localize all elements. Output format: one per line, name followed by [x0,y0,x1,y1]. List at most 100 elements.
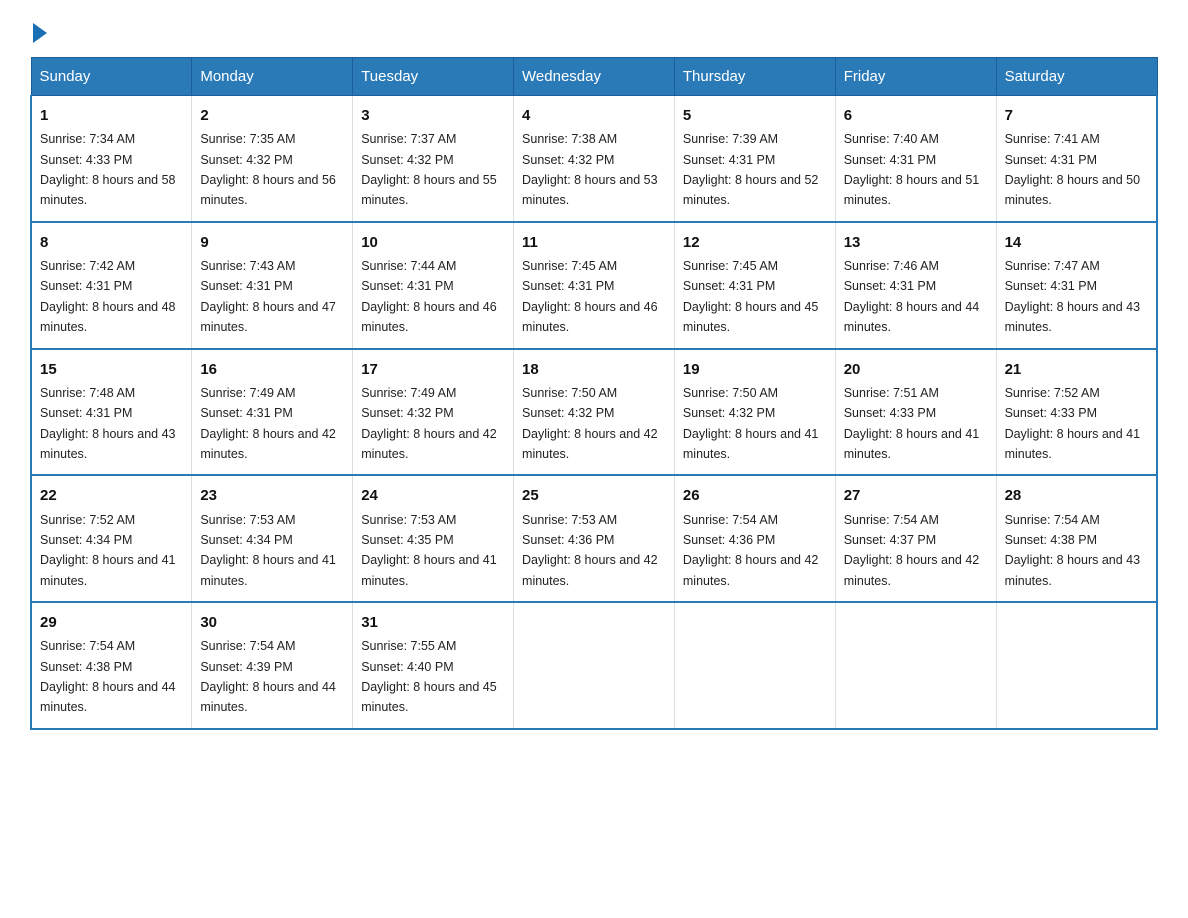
day-sunrise: Sunrise: 7:51 AM [844,386,939,400]
day-sunset: Sunset: 4:31 PM [844,279,936,293]
calendar-week-row: 15 Sunrise: 7:48 AM Sunset: 4:31 PM Dayligh… [31,349,1157,476]
day-sunrise: Sunrise: 7:54 AM [844,513,939,527]
day-sunrise: Sunrise: 7:54 AM [1005,513,1100,527]
calendar-day-cell: 10Sunrise: 7:44 AMSunset: 4:31 PMDayligh… [353,222,514,349]
weekday-header-thursday: Thursday [674,58,835,96]
weekday-header-friday: Friday [835,58,996,96]
day-number: 10 [361,231,505,254]
day-number: 29 [40,611,183,634]
calendar-day-cell: 24Sunrise: 7:53 AMSunset: 4:35 PMDayligh… [353,475,514,602]
day-number: 6 [844,104,988,127]
day-number: 12 [683,231,827,254]
calendar-day-cell: 12Sunrise: 7:45 AMSunset: 4:31 PMDayligh… [674,222,835,349]
day-sunset: Sunset: 4:31 PM [683,153,775,167]
day-number: 3 [361,104,505,127]
weekday-header-row: SundayMondayTuesdayWednesdayThursdayFrid… [31,58,1157,96]
day-sunrise: Sunrise: 7:49 AM [361,386,456,400]
day-sunrise: Sunrise: 7:39 AM [683,132,778,146]
calendar-day-cell: 11Sunrise: 7:45 AMSunset: 4:31 PMDayligh… [514,222,675,349]
day-sunrise: Sunrise: 7:52 AM [1005,386,1100,400]
day-daylight: Daylight: 8 hours and 41 minutes. [844,427,980,461]
day-sunrise: Sunrise: 7:54 AM [683,513,778,527]
day-number: 27 [844,484,988,507]
calendar-day-cell: 14Sunrise: 7:47 AMSunset: 4:31 PMDayligh… [996,222,1157,349]
day-daylight: Daylight: 8 hours and 51 minutes. [844,173,980,207]
calendar-day-cell [514,602,675,729]
day-sunrise: Sunrise: 7:48 AM [40,386,135,400]
calendar-day-cell: 2Sunrise: 7:35 AMSunset: 4:32 PMDaylight… [192,96,353,222]
day-sunset: Sunset: 4:32 PM [200,153,292,167]
day-sunset: Sunset: 4:31 PM [844,153,936,167]
day-sunset: Sunset: 4:32 PM [522,153,614,167]
day-sunrise: Sunrise: 7:54 AM [40,639,135,653]
day-number: 17 [361,358,505,381]
day-number: 28 [1005,484,1148,507]
day-daylight: Daylight: 8 hours and 42 minutes. [522,427,658,461]
calendar-day-cell: 13Sunrise: 7:46 AMSunset: 4:31 PMDayligh… [835,222,996,349]
logo [30,20,47,39]
day-number: 30 [200,611,344,634]
calendar-table: SundayMondayTuesdayWednesdayThursdayFrid… [30,57,1158,730]
day-sunset: Sunset: 4:33 PM [1005,406,1097,420]
day-number: 8 [40,231,183,254]
day-sunrise: Sunrise: 7:53 AM [522,513,617,527]
calendar-day-cell: 3Sunrise: 7:37 AMSunset: 4:32 PMDaylight… [353,96,514,222]
day-sunrise: Sunrise: 7:45 AM [683,259,778,273]
day-daylight: Daylight: 8 hours and 55 minutes. [361,173,497,207]
calendar-day-cell: 7Sunrise: 7:41 AMSunset: 4:31 PMDaylight… [996,96,1157,222]
calendar-day-cell: 16Sunrise: 7:49 AMSunset: 4:31 PMDayligh… [192,349,353,476]
weekday-header-wednesday: Wednesday [514,58,675,96]
day-sunset: Sunset: 4:32 PM [683,406,775,420]
day-daylight: Daylight: 8 hours and 41 minutes. [200,553,336,587]
day-sunset: Sunset: 4:40 PM [361,660,453,674]
day-daylight: Daylight: 8 hours and 50 minutes. [1005,173,1141,207]
day-daylight: Daylight: 8 hours and 42 minutes. [200,427,336,461]
day-sunset: Sunset: 4:31 PM [200,406,292,420]
calendar-day-cell: 26Sunrise: 7:54 AMSunset: 4:36 PMDayligh… [674,475,835,602]
calendar-week-row: 1Sunrise: 7:34 AMSunset: 4:33 PMDaylight… [31,96,1157,222]
day-sunset: Sunset: 4:31 PM [1005,279,1097,293]
day-daylight: Daylight: 8 hours and 43 minutes. [40,427,176,461]
calendar-week-row: 22Sunrise: 7:52 AMSunset: 4:34 PMDayligh… [31,475,1157,602]
day-number: 2 [200,104,344,127]
calendar-day-cell [996,602,1157,729]
day-daylight: Daylight: 8 hours and 42 minutes. [683,553,819,587]
day-number: 4 [522,104,666,127]
calendar-day-cell: 4 Sunrise: 7:38 AM Sunset: 4:32 PM Daylight… [514,96,675,222]
day-sunset: Sunset: 4:37 PM [844,533,936,547]
day-sunset: Sunset: 4:36 PM [522,533,614,547]
calendar-day-cell: 31Sunrise: 7:55 AMSunset: 4:40 PMDayligh… [353,602,514,729]
day-sunrise: Sunrise: 7:53 AM [200,513,295,527]
calendar-day-cell: 22Sunrise: 7:52 AMSunset: 4:34 PMDayligh… [31,475,192,602]
day-sunrise: Sunrise: 7:40 AM [844,132,939,146]
day-sunrise: Sunrise: 7:38 AM [522,132,617,146]
day-sunset: Sunset: 4:38 PM [40,660,132,674]
day-sunrise: Sunrise: 7:44 AM [361,259,456,273]
day-sunset: Sunset: 4:39 PM [200,660,292,674]
day-sunrise: Sunrise: 7:34 AM [40,132,135,146]
day-sunrise: Sunrise: 7:35 AM [200,132,295,146]
day-number: 5 [683,104,827,127]
day-sunset: Sunset: 4:34 PM [200,533,292,547]
day-number: 24 [361,484,505,507]
day-number: 31 [361,611,505,634]
day-daylight: Daylight: 8 hours and 44 minutes. [200,680,336,714]
day-daylight: Daylight: 8 hours and 42 minutes. [844,553,980,587]
day-daylight: Daylight: 8 hours and 42 minutes. [522,553,658,587]
day-daylight: Daylight: 8 hours and 53 minutes. [522,173,658,207]
day-sunrise: Sunrise: 7:55 AM [361,639,456,653]
day-sunset: Sunset: 4:32 PM [522,406,614,420]
day-daylight: Daylight: 8 hours and 43 minutes. [1005,300,1141,334]
day-sunset: Sunset: 4:31 PM [40,406,132,420]
weekday-header-tuesday: Tuesday [353,58,514,96]
calendar-day-cell: 15 Sunrise: 7:48 AM Sunset: 4:31 PM Dayligh… [31,349,192,476]
day-daylight: Daylight: 8 hours and 41 minutes. [1005,427,1141,461]
day-number: 20 [844,358,988,381]
day-daylight: Daylight: 8 hours and 47 minutes. [200,300,336,334]
calendar-day-cell: 30Sunrise: 7:54 AMSunset: 4:39 PMDayligh… [192,602,353,729]
day-number: 16 [200,358,344,381]
day-number: 15 [40,358,183,381]
calendar-day-cell [835,602,996,729]
day-daylight: Daylight: 8 hours and 45 minutes. [683,300,819,334]
day-sunrise: Sunrise: 7:52 AM [40,513,135,527]
